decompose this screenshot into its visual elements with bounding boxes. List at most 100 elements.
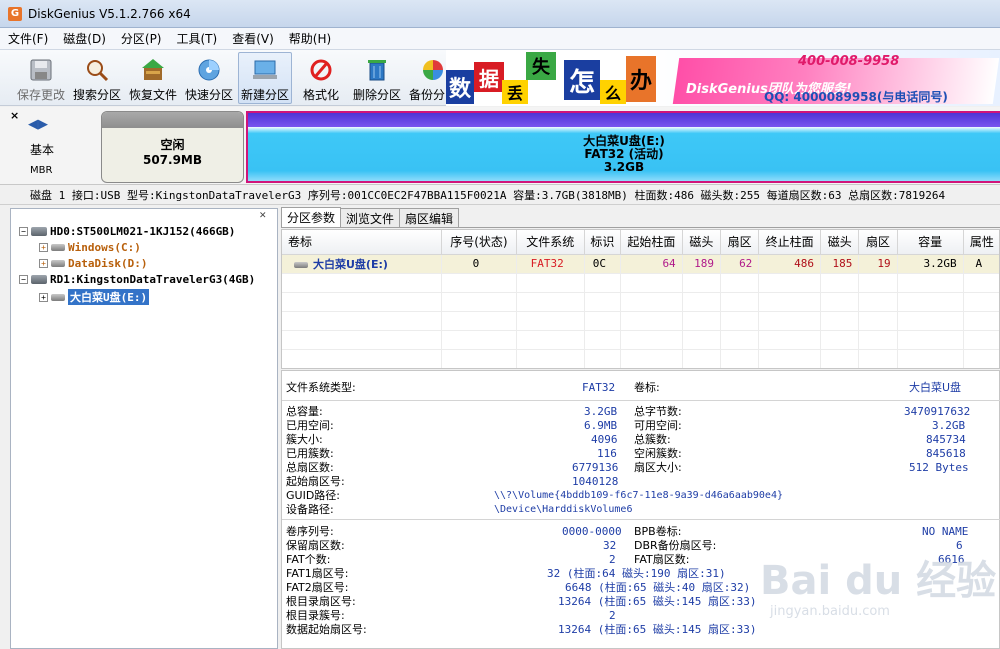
free-clusters-value: 845618	[926, 447, 966, 460]
save-changes-button[interactable]: 保存更改	[14, 52, 68, 104]
cell-start-cylinder: 64	[620, 254, 683, 274]
total-bytes-label: 总字节数:	[634, 405, 682, 418]
cell-volume-label: 大白菜U盘(E:)	[313, 257, 388, 271]
column-header[interactable]: 标识	[584, 230, 621, 255]
tree-node-label: HD0:ST500LM021-1KJ152(466GB)	[50, 225, 236, 238]
column-header[interactable]: 文件系统	[516, 230, 585, 255]
volume-label-value: 大白菜U盘	[909, 381, 962, 394]
cell-filesystem: FAT32	[516, 254, 585, 274]
cell-attribute: A	[963, 254, 999, 274]
bpb-label-value: NO NAME	[922, 525, 969, 538]
volume-serial-label: 卷序列号:	[286, 525, 334, 538]
app-icon: G	[8, 6, 22, 21]
banner-char: 数	[446, 70, 474, 104]
total-capacity-label: 总容量:	[286, 405, 323, 418]
new-partition-icon	[250, 57, 280, 84]
recover-files-button[interactable]: 恢复文件	[126, 52, 180, 104]
fat1-sector-value: 32 (柱面:64 磁头:190 扇区:31)	[547, 567, 726, 580]
tab-sector-edit[interactable]: 扇区编辑	[399, 208, 460, 227]
column-header[interactable]: 序号(状态)	[441, 230, 517, 255]
column-header[interactable]: 起始柱面	[620, 230, 683, 255]
bpb-label-label: BPB卷标:	[634, 525, 682, 538]
table-row	[282, 311, 999, 331]
column-header[interactable]: 扇区	[720, 230, 760, 255]
fat-count-label: FAT个数:	[286, 553, 331, 566]
column-header[interactable]: 属性	[963, 230, 999, 255]
menu-partition[interactable]: 分区(P)	[121, 30, 162, 47]
banner-char: 怎	[564, 60, 600, 100]
menu-disk[interactable]: 磁盘(D)	[63, 30, 106, 47]
expand-icon[interactable]: +	[39, 292, 48, 302]
magnifier-icon	[82, 57, 112, 84]
delete-partition-button[interactable]: 删除分区	[350, 52, 404, 104]
start-sector-label: 起始扇区号:	[286, 475, 345, 488]
close-icon[interactable]: ✕	[259, 211, 267, 221]
menu-tools[interactable]: 工具(T)	[177, 30, 218, 47]
quick-partition-button[interactable]: 快速分区	[182, 52, 236, 104]
cell-start-head: 189	[682, 254, 722, 274]
recover-icon	[138, 57, 168, 84]
table-row[interactable]: 大白菜U盘(E:) 0 FAT32 0C 64 189 62 486 185 1…	[282, 254, 999, 274]
column-header[interactable]: 磁头	[820, 230, 860, 255]
menu-view[interactable]: 查看(V)	[232, 30, 274, 47]
root-dir-sector-value: 13264 (柱面:65 磁头:145 扇区:33)	[558, 595, 757, 608]
disk-map: × ◀▶ 基本 MBR 空闲 507.9MB 大白菜U盘(E:) FAT32 (…	[0, 107, 1000, 185]
tree-node-label: Windows(C:)	[68, 241, 141, 254]
disk-nav-arrows[interactable]: ◀▶	[28, 117, 48, 132]
column-header[interactable]: 卷标	[282, 230, 443, 255]
tree-node-datadisk[interactable]: + DataDisk(D:)	[39, 257, 147, 270]
used-clusters-value: 116	[597, 447, 617, 460]
menu-help[interactable]: 帮助(H)	[289, 30, 331, 47]
tree-node-usb-e[interactable]: + 大白菜U盘(E:)	[39, 289, 150, 305]
fs-type-value: FAT32	[582, 381, 616, 394]
fat-sectors-label: FAT扇区数:	[634, 553, 690, 566]
fat-count-value: 2	[609, 553, 616, 566]
hard-disk-icon	[31, 227, 47, 236]
total-clusters-label: 总簇数:	[634, 433, 671, 446]
tree-node-windows[interactable]: + Windows(C:)	[39, 241, 141, 254]
table-row	[282, 273, 999, 293]
device-path-value: \Device\HarddiskVolume6	[494, 504, 633, 515]
partition-block-e[interactable]: 大白菜U盘(E:) FAT32 (活动) 3.2GB	[246, 111, 1000, 183]
root-dir-cluster-value: 2	[609, 609, 616, 622]
expand-icon[interactable]: +	[39, 243, 48, 252]
guid-path-value: \\?\Volume{4bddb109-f6c7-11e8-9a39-d46a6…	[494, 490, 783, 501]
tab-partition-params[interactable]: 分区参数	[281, 207, 342, 227]
collapse-icon[interactable]: −	[19, 275, 28, 284]
partition-table: 卷标 序号(状态) 文件系统 标识 起始柱面 磁头 扇区 终止柱面 磁头 扇区 …	[281, 229, 1000, 369]
tree-node-rd1[interactable]: − RD1:KingstonDataTravelerG3(4GB)	[19, 273, 255, 286]
column-header[interactable]: 终止柱面	[758, 230, 822, 255]
start-sector-value: 1040128	[572, 475, 619, 488]
free-space-value: 3.2GB	[932, 419, 966, 432]
table-row	[282, 330, 999, 350]
close-icon[interactable]: ×	[10, 109, 19, 122]
watermark-url: jingyan.baidu.com	[770, 604, 890, 619]
arrow-right-icon[interactable]: ▶	[38, 117, 48, 132]
reserved-sectors-value: 32	[603, 539, 617, 552]
menu-file[interactable]: 文件(F)	[8, 30, 48, 47]
banner-phone: 400-008-9958	[798, 54, 900, 69]
root-dir-cluster-label: 根目录簇号:	[286, 609, 345, 622]
banner-char: 丢	[502, 80, 528, 104]
total-clusters-value: 845734	[926, 433, 966, 446]
baidu-watermark: Bai du 经验 jingyan.baidu.com	[760, 548, 1000, 638]
new-partition-button[interactable]: 新建分区	[238, 51, 292, 104]
free-space-block[interactable]: 空闲 507.9MB	[101, 111, 244, 183]
expand-icon[interactable]: +	[39, 259, 48, 268]
arrow-left-icon[interactable]: ◀	[28, 117, 38, 132]
fs-type-label: 文件系统类型:	[286, 381, 356, 394]
disk-type-label: 基本	[30, 143, 55, 157]
cell-end-head: 185	[820, 254, 860, 274]
column-header[interactable]: 磁头	[682, 230, 722, 255]
cell-end-cylinder: 486	[758, 254, 822, 274]
collapse-icon[interactable]: −	[19, 227, 28, 236]
tab-browse-files[interactable]: 浏览文件	[340, 208, 401, 227]
used-clusters-label: 已用簇数:	[286, 447, 334, 460]
ad-banner[interactable]: 数 据 丢 失 怎 么 办 DiskGenius团队为您服务! 400-008-…	[446, 50, 1000, 106]
format-button[interactable]: 格式化	[294, 52, 348, 104]
tree-node-hd0[interactable]: − HD0:ST500LM021-1KJ152(466GB)	[19, 225, 235, 238]
column-header[interactable]: 容量	[897, 230, 964, 255]
column-header[interactable]: 扇区	[858, 230, 898, 255]
search-partition-button[interactable]: 搜索分区	[70, 52, 124, 104]
banner-char: 失	[526, 52, 556, 80]
